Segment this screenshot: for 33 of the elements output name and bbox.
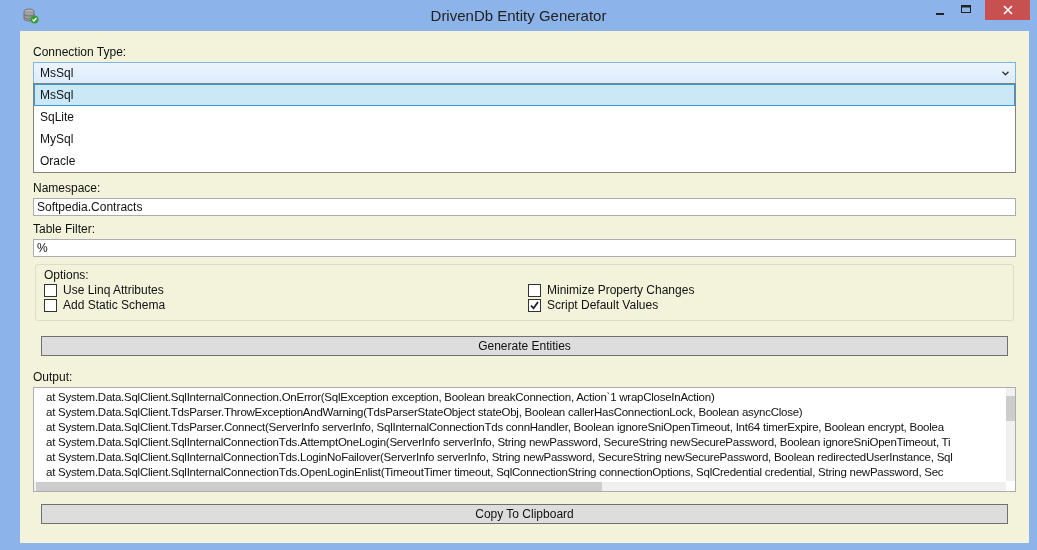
- close-icon: [1002, 5, 1013, 15]
- option-checkbox[interactable]: Use Linq Attributes: [44, 283, 164, 297]
- close-button[interactable]: [985, 0, 1030, 20]
- option-checkbox[interactable]: Minimize Property Changes: [528, 283, 695, 297]
- output-line: at System.Data.SqlClient.SqlInternalConnection.OnError(SqlException exception, Boolean breakConnection, Action`1 wrapCloseInAction): [46, 390, 715, 405]
- output-line: at System.Data.SqlClient.SqlInternalConnectionTds.LoginNoFailover(ServerInfo serverInfo, String newPassword, SecureString newSecurePassword, Boolean redirectedUserInstance, Sql: [46, 450, 953, 465]
- field-label: Connection Type:: [33, 44, 127, 61]
- database-check-icon: [23, 7, 39, 24]
- dropdown-option[interactable]: MsSql: [34, 84, 1015, 106]
- horizontal-scrollbar[interactable]: [34, 482, 1006, 491]
- caret-icon: [1002, 70, 1009, 76]
- table-filter-field[interactable]: %: [33, 239, 1016, 257]
- connection-type-dropdown[interactable]: MsSql: [33, 62, 1016, 84]
- vertical-scrollbar[interactable]: [1006, 388, 1015, 481]
- window-title: DrivenDb Entity Generator: [429, 7, 608, 24]
- field-label: Table Filter:: [33, 221, 96, 238]
- field-label: Namespace:: [33, 180, 101, 197]
- copy-button[interactable]: Copy To Clipboard: [41, 504, 1008, 524]
- maximize-icon: [960, 5, 972, 15]
- dropdown-option[interactable]: SqLite: [34, 106, 1015, 128]
- output-line: at System.Data.SqlClient.SqlInternalConnectionTds.AttemptOneLogin(ServerInfo serverInfo, String newPassword, SecureString newSecurePassword, Boolean ignoreSniOpenTimeout, Ti: [46, 435, 951, 450]
- generate-button[interactable]: Generate Entities: [41, 336, 1008, 356]
- minimize-icon: [936, 13, 944, 15]
- option-checkbox[interactable]: Script Default Values: [528, 298, 659, 312]
- dropdown-option[interactable]: MySql: [34, 128, 1015, 150]
- output-line: at System.Data.SqlClient.SqlInternalConnectionTds.OpenLoginEnlist(TimeoutTimer timeout, SqlConnectionString connectionOptions, SqlCredential credential, String newPassword, Sec: [46, 465, 944, 480]
- dropdown-option[interactable]: Oracle: [34, 150, 1015, 172]
- namespace-field[interactable]: Softpedia.Contracts: [33, 198, 1016, 216]
- output-line: at System.Data.SqlClient.TdsParser.Connect(ServerInfo serverInfo, SqlInternalConnectionTds connHandler, Boolean ignoreSniOpenTimeout, Int64 timerExpire, Boolean encrypt, Boolea: [46, 420, 944, 435]
- group-label: Options:: [44, 267, 89, 283]
- output-line: at System.Data.SqlClient.TdsParser.ThrowExceptionAndWarning(TdsParserStateObject stateObj, Boolean callerHasConnectionLock, Boolean asyncClose): [46, 405, 803, 420]
- option-checkbox[interactable]: Add Static Schema: [44, 298, 166, 312]
- field-label: Output:: [33, 369, 73, 386]
